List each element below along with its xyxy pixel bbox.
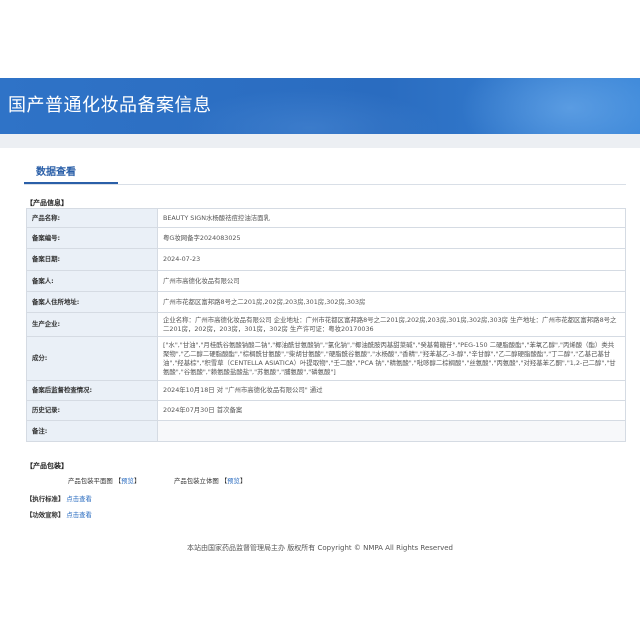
table-row: 生产企业: 企业名称：广州市高德化妆品有限公司 企业地址：广州市花都区富邦路8号… <box>26 312 626 337</box>
section-product-package: 【产品包装】 <box>26 462 68 470</box>
banner-decoration <box>180 88 440 134</box>
package-flat-label: 产品包装平面图 <box>68 477 113 485</box>
header-divider-band <box>0 134 640 148</box>
row-key: 备案日期: <box>26 248 158 271</box>
footer-copyright: 本站由国家药品监督管理局主办 版权所有 Copyright © NMPA All… <box>187 544 453 552</box>
row-key: 备注: <box>26 420 158 442</box>
header-banner: 国产普通化妆品备案信息 <box>0 78 640 134</box>
row-value: 广州市高德化妆品有限公司 <box>157 270 626 292</box>
package-solid-row: 产品包装立体图 【预览】 <box>174 476 246 485</box>
row-key: 产品名称: <box>26 208 158 228</box>
table-row: 历史记录: 2024年07月30日 首次备案 <box>26 400 626 421</box>
banner-decoration-right <box>460 78 640 134</box>
row-key: 备案人住所地址: <box>26 291 158 313</box>
row-value: BEAUTY SIGN水杨酸祛痘控油洁面乳 <box>157 208 626 228</box>
page-title: 国产普通化妆品备案信息 <box>8 95 212 116</box>
tab-data-view[interactable]: 数据查看 <box>36 163 76 178</box>
bracket: 】 <box>239 477 247 485</box>
efficacy-link[interactable]: 点击查看 <box>66 511 92 519</box>
section-exec-standard: 【执行标准】 <box>26 495 65 503</box>
exec-standard-row: 【执行标准】 点击查看 <box>26 494 92 503</box>
exec-standard-link[interactable]: 点击查看 <box>66 495 92 503</box>
section-product-info: 【产品信息】 <box>26 199 68 207</box>
row-value: 2024年10月18日 对 "广州市高德化妆品有限公司" 通过 <box>157 380 626 401</box>
package-solid-preview-link[interactable]: 预览 <box>227 477 240 485</box>
row-key: 备案编号: <box>26 227 158 249</box>
row-value: ["水","甘油","月桂酰谷氨酸钠酸二钠","椰油酰甘氨酸钠","氯化钠","… <box>157 336 626 381</box>
package-solid-label: 产品包装立体图 <box>174 477 219 485</box>
row-key: 成分: <box>26 336 158 381</box>
table-row: 备注: <box>26 420 626 442</box>
efficacy-row: 【功效宣称】 点击查看 <box>26 510 92 519</box>
tab-bar-divider <box>24 184 626 185</box>
table-row: 备案日期: 2024-07-23 <box>26 248 626 271</box>
row-value: 2024年07月30日 首次备案 <box>157 400 626 421</box>
table-row: 产品名称: BEAUTY SIGN水杨酸祛痘控油洁面乳 <box>26 208 626 228</box>
row-value: 广州市花都区富邦路8号之二201房,202房,203房,301房,302房,30… <box>157 291 626 313</box>
row-value: 2024-07-23 <box>157 248 626 271</box>
package-flat-row: 产品包装平面图 【预览】 <box>68 476 140 485</box>
row-key: 历史记录: <box>26 400 158 421</box>
row-key: 备案后监督检查情况: <box>26 380 158 401</box>
section-efficacy: 【功效宣称】 <box>26 511 65 519</box>
row-key: 备案人: <box>26 270 158 292</box>
bracket: 】 <box>133 477 141 485</box>
row-value: 粤G妆网备字2024083025 <box>157 227 626 249</box>
row-value <box>157 420 626 442</box>
table-row: 备案编号: 粤G妆网备字2024083025 <box>26 227 626 249</box>
product-info-table: 产品名称: BEAUTY SIGN水杨酸祛痘控油洁面乳 备案编号: 粤G妆网备字… <box>26 208 626 442</box>
table-row: 成分: ["水","甘油","月桂酰谷氨酸钠酸二钠","椰油酰甘氨酸钠","氯化… <box>26 336 626 381</box>
row-key: 生产企业: <box>26 312 158 337</box>
row-value: 企业名称：广州市高德化妆品有限公司 企业地址：广州市花都区富邦路8号之二201房… <box>157 312 626 337</box>
table-row: 备案后监督检查情况: 2024年10月18日 对 "广州市高德化妆品有限公司" … <box>26 380 626 401</box>
table-row: 备案人: 广州市高德化妆品有限公司 <box>26 270 626 292</box>
package-flat-preview-link[interactable]: 预览 <box>121 477 134 485</box>
table-row: 备案人住所地址: 广州市花都区富邦路8号之二201房,202房,203房,301… <box>26 291 626 313</box>
